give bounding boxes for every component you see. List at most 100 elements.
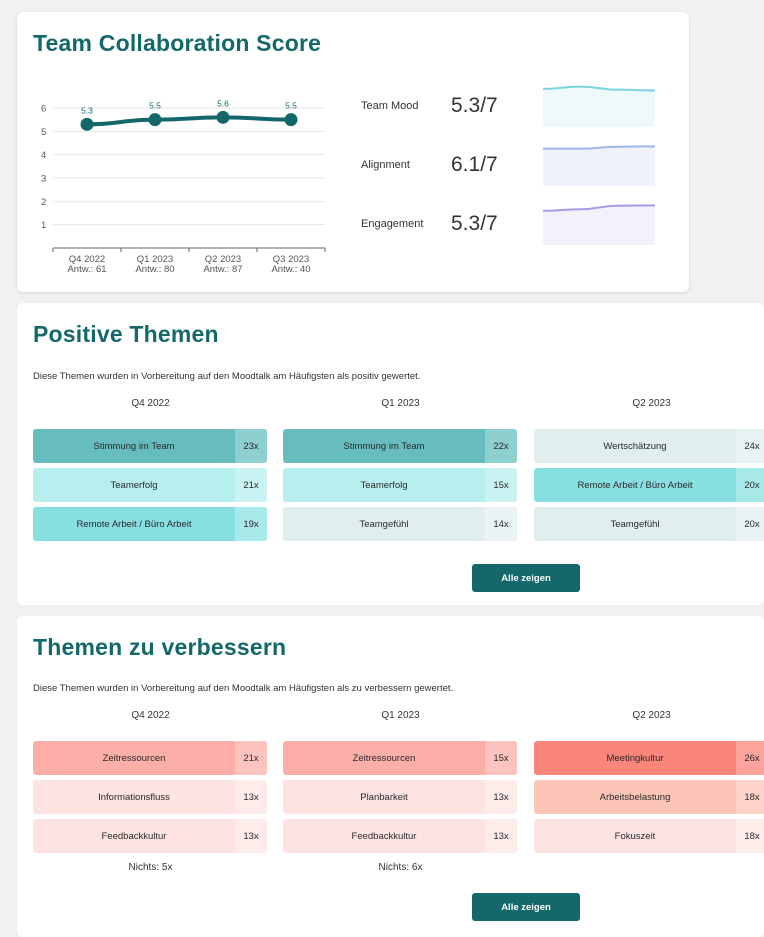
theme-label: Feedbackkultur xyxy=(101,830,167,842)
metric-label: Engagement xyxy=(361,218,424,230)
theme-tile[interactable]: Remote Arbeit / Büro Arbeit 19x xyxy=(33,507,267,541)
theme-count: 21x xyxy=(235,468,267,502)
theme-count: 15x xyxy=(485,741,517,775)
theme-label: Teamgefühl xyxy=(359,518,409,530)
theme-label: Informationsfluss xyxy=(98,791,170,803)
nothing-count: Nichts: 5x xyxy=(128,862,173,873)
positive-title: Positive Themen xyxy=(33,321,219,347)
theme-count: 19x xyxy=(235,507,267,541)
data-point xyxy=(80,117,94,131)
theme-count: 20x xyxy=(736,507,764,541)
theme-count: 21x xyxy=(235,741,267,775)
x-sublabel: Antw.: 80 xyxy=(135,264,174,275)
metric-sparkline xyxy=(543,204,655,245)
theme-tile[interactable]: Meetingkultur 26x xyxy=(534,741,764,775)
theme-tile[interactable]: Arbeitsbelastung 18x xyxy=(534,780,764,814)
theme-label: Remote Arbeit / Büro Arbeit xyxy=(577,479,693,491)
theme-count: 14x xyxy=(485,507,517,541)
theme-label: Wertschätzung xyxy=(603,440,667,452)
theme-count: 13x xyxy=(485,780,517,814)
data-point xyxy=(148,113,162,127)
theme-count: 24x xyxy=(736,429,764,463)
theme-count: 15x xyxy=(485,468,517,502)
theme-tile[interactable]: Teamgefühl 14x xyxy=(283,507,517,541)
y-tick-label: 4 xyxy=(41,150,46,161)
theme-tile[interactable]: Informationsfluss 13x xyxy=(33,780,267,814)
theme-label: Stimmung im Team xyxy=(93,440,175,452)
theme-label: Planbarkeit xyxy=(360,791,408,803)
improve-show-all-button[interactable]: Alle zeigen xyxy=(472,893,580,921)
sparkline-area xyxy=(543,86,655,127)
improve-title: Themen zu verbessern xyxy=(33,634,287,660)
score-line-chart: 123456 5.3Q4 2022Antw.: 615.5Q1 2023Antw.… xyxy=(41,98,326,275)
y-tick-label: 2 xyxy=(41,197,46,208)
theme-tile[interactable]: Teamerfolg 15x xyxy=(283,468,517,502)
theme-tile[interactable]: Zeitressourcen 21x xyxy=(33,741,267,775)
theme-count: 18x xyxy=(736,780,764,814)
theme-label: Remote Arbeit / Büro Arbeit xyxy=(76,518,192,530)
sparkline-area xyxy=(543,146,655,186)
quarter-label: Q2 2023 xyxy=(632,710,671,721)
metric-value: 6.1/7 xyxy=(451,153,498,176)
x-sublabel: Antw.: 61 xyxy=(67,264,106,275)
theme-tile[interactable]: Teamerfolg 21x xyxy=(33,468,267,502)
positive-show-all-button[interactable]: Alle zeigen xyxy=(472,564,580,592)
theme-label: Meetingkultur xyxy=(606,752,664,764)
quarter-label: Q1 2023 xyxy=(381,398,420,409)
theme-label: Feedbackkultur xyxy=(351,830,417,842)
theme-count: 18x xyxy=(736,819,764,853)
theme-count: 13x xyxy=(235,819,267,853)
y-tick-label: 3 xyxy=(41,174,46,185)
theme-count: 13x xyxy=(485,819,517,853)
theme-tile[interactable]: Stimmung im Team 23x xyxy=(33,429,267,463)
sparkline-area xyxy=(543,205,655,245)
quarter-label: Q2 2023 xyxy=(632,398,671,409)
theme-tile[interactable]: Feedbackkultur 13x xyxy=(283,819,517,853)
quarter-label: Q1 2023 xyxy=(381,710,420,721)
theme-count: 26x xyxy=(736,741,764,775)
team-collaboration-score-card: Team Collaboration Score 1 2 3 4 5 6 5.3 Q4 202… xyxy=(17,12,689,292)
metric-sparkline xyxy=(543,85,655,127)
data-label: 5.6 xyxy=(217,98,229,108)
theme-count: 13x xyxy=(235,780,267,814)
theme-tile[interactable]: Planbarkeit 13x xyxy=(283,780,517,814)
data-label: 5.5 xyxy=(285,101,297,111)
theme-tile[interactable]: Teamgefühl 20x xyxy=(534,507,764,541)
theme-label: Teamerfolg xyxy=(360,479,408,491)
theme-count: 20x xyxy=(736,468,764,502)
data-point xyxy=(216,110,230,124)
quarter-label: Q4 2022 xyxy=(131,710,170,721)
theme-count: 22x xyxy=(485,429,517,463)
quarter-label: Q4 2022 xyxy=(131,398,170,409)
x-sublabel: Antw.: 87 xyxy=(203,264,242,275)
y-tick-label: 1 xyxy=(41,220,46,231)
theme-label: Teamgefühl xyxy=(610,518,660,530)
metric-sparkline xyxy=(543,145,655,186)
y-tick-label: 6 xyxy=(41,104,46,115)
theme-label: Teamerfolg xyxy=(110,479,158,491)
theme-tile[interactable]: Remote Arbeit / Büro Arbeit 20x xyxy=(534,468,764,502)
nothing-count: Nichts: 6x xyxy=(378,862,423,873)
data-label: 5.5 xyxy=(149,101,161,111)
positive-description: Diese Themen wurden in Vorbereitung auf … xyxy=(33,371,421,382)
theme-tile[interactable]: Zeitressourcen 15x xyxy=(283,741,517,775)
theme-tile[interactable]: Fokuszeit 18x xyxy=(534,819,764,853)
theme-tile[interactable]: Feedbackkultur 13x xyxy=(33,819,267,853)
improve-themes-card: Themen zu verbessern Diese Themen wurden… xyxy=(17,616,764,937)
metric-value: 5.3/7 xyxy=(451,212,498,235)
data-label: 5.3 xyxy=(81,105,93,115)
theme-label: Stimmung im Team xyxy=(343,440,425,452)
theme-tile[interactable]: Stimmung im Team 22x xyxy=(283,429,517,463)
theme-label: Fokuszeit xyxy=(614,830,656,842)
score-series-line xyxy=(86,115,292,127)
theme-label: Arbeitsbelastung xyxy=(599,791,671,803)
metric-label: Team Mood xyxy=(361,100,419,112)
positive-themes-card: Positive Themen Diese Themen wurden in V… xyxy=(17,303,764,605)
theme-label: Zeitressourcen xyxy=(102,752,166,764)
improve-description: Diese Themen wurden in Vorbereitung auf … xyxy=(33,683,454,694)
y-tick-label: 5 xyxy=(41,127,46,138)
score-title: Team Collaboration Score xyxy=(33,30,322,56)
theme-tile[interactable]: Wertschätzung 24x xyxy=(534,429,764,463)
theme-label: Zeitressourcen xyxy=(352,752,416,764)
theme-count: 23x xyxy=(235,429,267,463)
